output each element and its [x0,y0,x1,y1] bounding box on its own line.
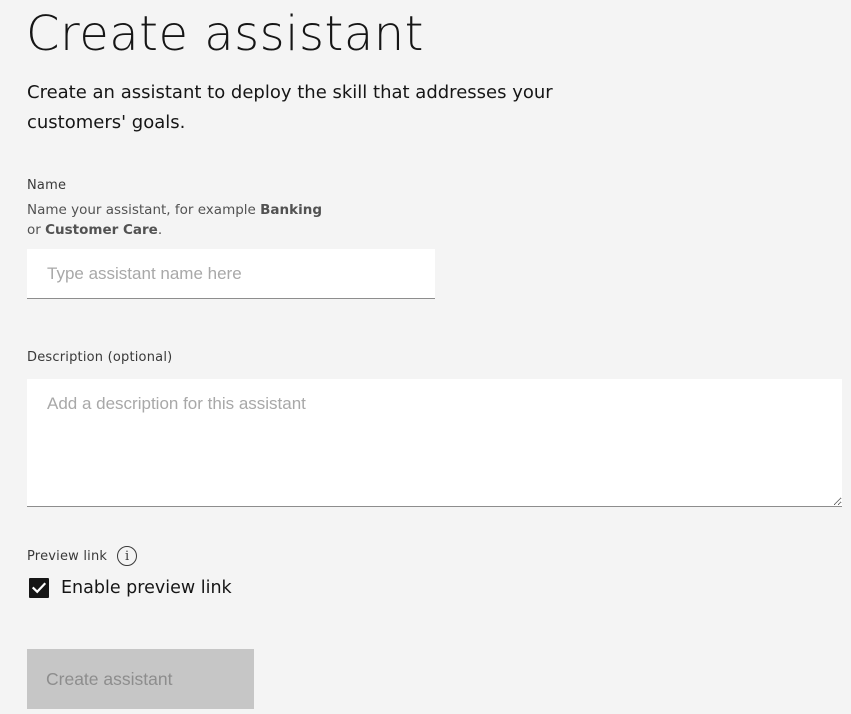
info-icon[interactable]: i [117,546,138,566]
create-assistant-page: Create assistant Create an assistant to … [0,0,851,714]
enable-preview-link-label: Enable preview link [61,578,232,598]
name-label: Name [27,178,67,193]
preview-link-label: Preview link [27,548,108,564]
page-subtitle: Create an assistant to deploy the skill … [27,82,553,133]
preview-link-row: Preview link i [27,546,138,566]
helper-suffix: . [157,222,163,238]
assistant-name-input[interactable] [27,249,435,299]
create-assistant-button[interactable]: Create assistant [27,649,254,709]
assistant-description-textarea[interactable] [27,379,842,507]
helper-middle: or [27,222,46,238]
helper-example-customer-care: Customer Care [45,222,158,238]
page-title: Create assistant [26,6,424,62]
enable-preview-link-checkbox[interactable] [29,578,49,598]
name-helper-text: Name your assistant, for example Banking… [27,200,347,240]
checkmark-icon [32,582,46,594]
helper-example-banking: Banking [260,202,323,218]
description-label: Description (optional) [27,350,173,365]
helper-prefix: Name your assistant, for example [27,202,261,218]
enable-preview-link-checkbox-row[interactable]: Enable preview link [29,578,232,598]
